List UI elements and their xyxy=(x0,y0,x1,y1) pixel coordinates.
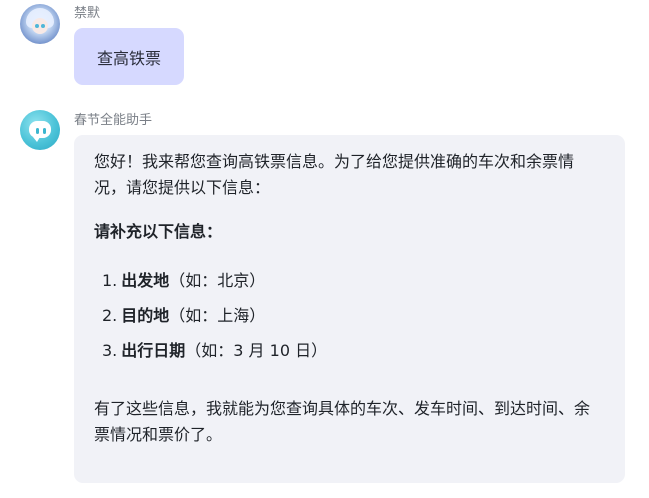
bot-outro-text: 有了这些信息，我就能为您查询具体的车次、发车时间、到达时间、余票情况和票价了。 xyxy=(94,399,591,444)
list-item-example: （如：北京） xyxy=(169,271,266,290)
avatar-eye-left xyxy=(35,24,39,28)
required-info-list: 1. 出发地（如：北京） 2. 目的地（如：上海） 3. 出行日期（如：3 月 10 … xyxy=(94,263,605,368)
list-item: 3. 出行日期（如：3 月 10 日） xyxy=(102,333,605,368)
user-message-bubble: 查高铁票 xyxy=(74,28,184,85)
list-item-label: 出行日期 xyxy=(121,341,186,360)
chat-bubble-icon xyxy=(29,121,51,142)
user-avatar[interactable] xyxy=(20,4,60,44)
list-item-number: 3. xyxy=(102,341,118,360)
bot-intro-text: 您好！我来帮您查询高铁票信息。为了给您提供准确的车次和余票情况，请您提供以下信息… xyxy=(94,152,575,197)
list-item-label: 出发地 xyxy=(121,271,170,290)
user-name: 禁默 xyxy=(74,6,101,21)
list-item: 1. 出发地（如：北京） xyxy=(102,263,605,298)
list-item-number: 2. xyxy=(102,306,118,325)
list-item-example: （如：3 月 10 日） xyxy=(185,341,328,360)
bot-avatar[interactable] xyxy=(20,110,60,150)
bot-name: 春节全能助手 xyxy=(74,113,153,128)
list-item-example: （如：上海） xyxy=(169,306,266,325)
bot-eye-left xyxy=(36,128,39,134)
list-item: 2. 目的地（如：上海） xyxy=(102,298,605,333)
list-item-number: 1. xyxy=(102,271,118,290)
list-item-label: 目的地 xyxy=(121,306,170,325)
bot-eye-right xyxy=(43,128,46,134)
avatar-eye-right xyxy=(41,24,45,28)
bot-message-bubble: 您好！我来帮您查询高铁票信息。为了给您提供准确的车次和余票情况，请您提供以下信息… xyxy=(74,135,625,483)
bot-heading-text: 请补充以下信息： xyxy=(94,222,223,241)
